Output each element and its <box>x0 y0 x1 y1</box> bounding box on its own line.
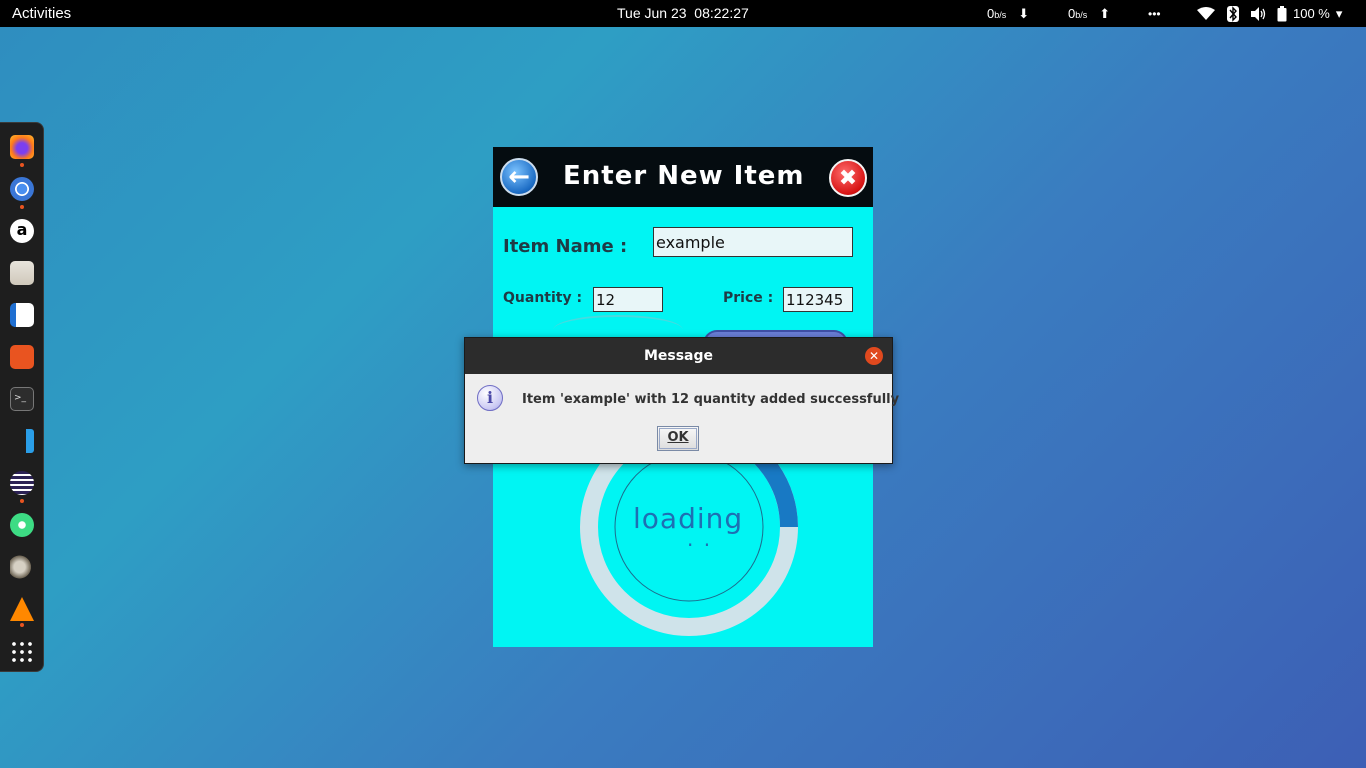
dialog-close-icon[interactable]: ✕ <box>865 347 883 365</box>
vlc-icon[interactable] <box>10 597 34 621</box>
close-icon[interactable]: ✖ <box>829 159 867 197</box>
more-icon[interactable]: ••• <box>1148 0 1161 27</box>
battery-icon <box>1277 5 1287 21</box>
bluetooth-icon <box>1227 5 1239 22</box>
message-dialog: Message ✕ i Item 'example' with 12 quant… <box>464 337 899 464</box>
item-name-field[interactable]: example <box>653 227 853 257</box>
system-menu-arrow-icon: ▾ <box>1335 5 1343 21</box>
app-grid-icon[interactable] <box>10 640 34 664</box>
net-up-unit: b/s <box>1075 10 1088 20</box>
quantity-field[interactable]: 12 <box>593 287 663 312</box>
back-arrow-icon[interactable]: ← <box>500 158 538 196</box>
running-indicator <box>20 205 24 209</box>
dock: a >_ <box>0 122 44 672</box>
battery-percent: 100 % <box>1293 6 1330 21</box>
ok-button[interactable]: OK <box>657 426 699 451</box>
wifi-icon <box>1197 6 1215 20</box>
net-up-indicator[interactable]: 0 b/s ⬆ <box>1068 0 1110 27</box>
net-up-value: 0 <box>1068 6 1076 21</box>
download-arrow-icon: ⬇ <box>1018 5 1030 21</box>
upload-arrow-icon: ⬆ <box>1099 5 1111 21</box>
net-down-unit: b/s <box>994 10 1007 20</box>
net-down-value: 0 <box>987 6 995 21</box>
ok-button-label: OK <box>667 430 689 445</box>
loading-dots: . . <box>687 527 713 551</box>
app-header: ← Enter New Item ✖ <box>493 147 873 207</box>
android-studio-icon[interactable] <box>10 513 34 537</box>
quantity-label: Quantity : <box>503 290 583 306</box>
eclipse-icon[interactable] <box>10 471 34 495</box>
vscode-icon[interactable] <box>10 429 34 453</box>
running-indicator <box>20 623 24 627</box>
info-icon: i <box>477 385 503 411</box>
amazon-icon[interactable]: a <box>10 219 34 243</box>
top-bar: Activities Tue Jun 23 08:22:27 0 b/s ⬇ 0b… <box>0 0 1366 27</box>
terminal-icon[interactable]: >_ <box>10 387 34 411</box>
net-down-indicator[interactable]: 0 b/s ⬇ <box>987 0 1029 27</box>
volume-icon <box>1251 6 1266 21</box>
clock[interactable]: Tue Jun 23 08:22:27 <box>617 5 749 21</box>
dialog-message: Item 'example' with 12 quantity added su… <box>522 392 900 407</box>
price-label: Price : <box>723 290 774 306</box>
item-name-label: Item Name : <box>503 236 628 257</box>
files-icon[interactable] <box>10 261 34 285</box>
dialog-title: Message <box>465 338 892 374</box>
system-tray[interactable]: 100 % ▾ <box>1197 0 1342 27</box>
gimp-icon[interactable] <box>10 555 34 579</box>
page-title: Enter New Item <box>563 161 805 191</box>
running-indicator <box>20 163 24 167</box>
software-center-icon[interactable] <box>10 345 34 369</box>
activities-button[interactable]: Activities <box>12 5 71 22</box>
price-field[interactable]: 112345 <box>783 287 853 312</box>
chromium-icon[interactable] <box>10 177 34 201</box>
running-indicator <box>20 499 24 503</box>
firefox-icon[interactable] <box>10 135 34 159</box>
writer-icon[interactable] <box>10 303 34 327</box>
